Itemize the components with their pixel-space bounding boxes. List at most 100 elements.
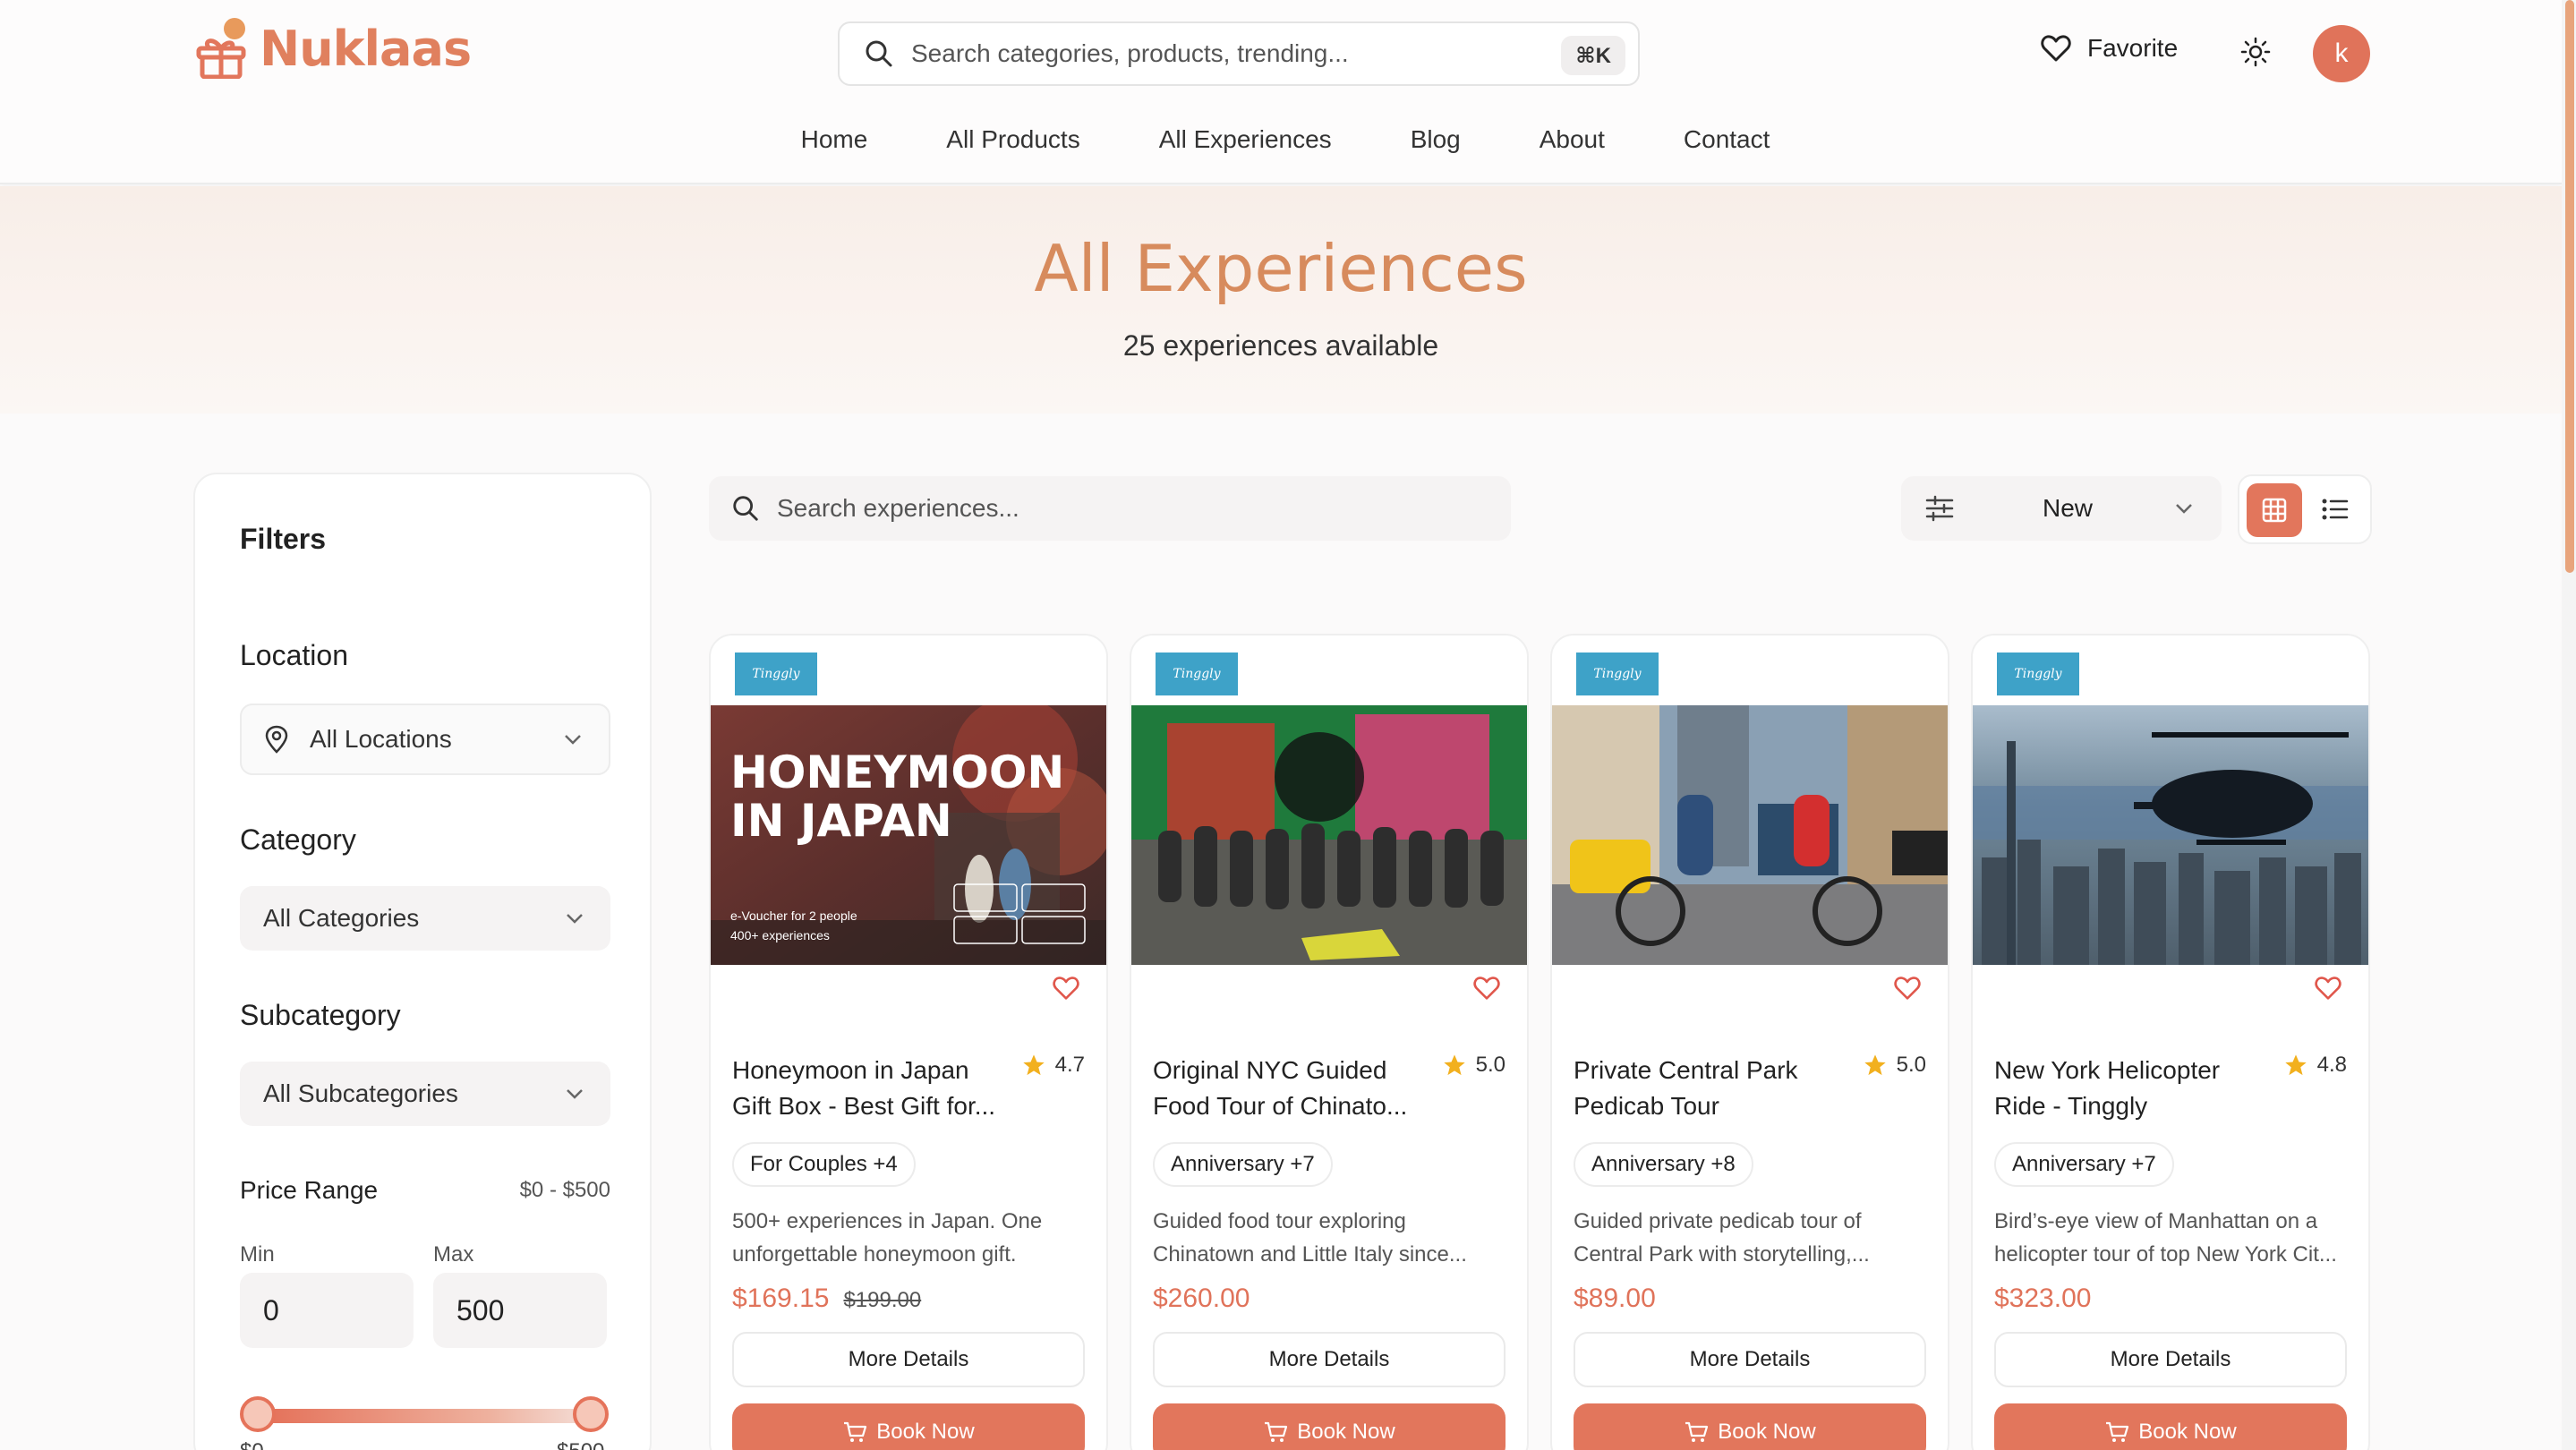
card-price: $169.15 $199.00 — [732, 1284, 921, 1314]
category-tag[interactable]: Anniversary +8 — [1574, 1142, 1753, 1187]
more-details-button[interactable]: More Details — [732, 1332, 1085, 1387]
min-price-input[interactable]: 0 — [240, 1273, 414, 1348]
price-slider-track[interactable] — [256, 1409, 589, 1423]
category-select[interactable]: All Categories — [240, 886, 610, 951]
more-details-button[interactable]: More Details — [1574, 1332, 1926, 1387]
experience-card[interactable]: Tinggly New York Helicopter Ride - Tingg… — [1971, 634, 2370, 1450]
price-range-value: $0 - $500 — [519, 1178, 610, 1202]
category-tag[interactable]: Anniversary +7 — [1994, 1142, 2174, 1187]
category-label: Category — [240, 823, 356, 856]
description-line: Chinatown and Little Italy since... — [1153, 1242, 1467, 1267]
book-now-label: Book Now — [876, 1420, 975, 1444]
max-price-input[interactable]: 500 — [433, 1273, 607, 1348]
card-title[interactable]: Original NYC Guided Food Tour of Chinato… — [1153, 1053, 1421, 1124]
nav-all-experiences[interactable]: All Experiences — [1159, 125, 1332, 154]
favorite-label: Favorite — [2087, 34, 2179, 62]
card-title[interactable]: Private Central Park Pedicab Tour — [1574, 1053, 1842, 1124]
sliders-icon — [1925, 495, 1954, 522]
card-title[interactable]: New York Helicopter Ride - Tinggly — [1994, 1053, 2263, 1124]
favorite-toggle[interactable] — [1053, 976, 1079, 1005]
favorite-toggle[interactable] — [2315, 976, 2341, 1005]
category-tag[interactable]: For Couples +4 — [732, 1142, 916, 1187]
experience-image[interactable]: HONEYMOON IN JAPAN e-Voucher for 2 peopl… — [711, 705, 1106, 965]
rating-value: 4.7 — [1054, 1053, 1085, 1077]
experience-card[interactable]: Tinggly Private Central Park Pedicab Tou… — [1550, 634, 1949, 1450]
card-rating: 4.8 — [2283, 1053, 2347, 1078]
category-tag[interactable]: Anniversary +7 — [1153, 1142, 1333, 1187]
subcategory-label: Subcategory — [240, 999, 401, 1031]
favorite-button[interactable]: Favorite — [2041, 34, 2178, 63]
page-title: All Experiences — [1034, 231, 1528, 306]
book-now-button[interactable]: Book Now — [732, 1403, 1085, 1450]
location-value: All Locations — [310, 725, 452, 753]
description-line: Guided food tour exploring — [1153, 1209, 1406, 1233]
cart-icon — [844, 1421, 867, 1442]
more-details-button[interactable]: More Details — [1153, 1332, 1506, 1387]
book-now-button[interactable]: Book Now — [1153, 1403, 1506, 1450]
card-price: $323.00 — [1994, 1284, 2091, 1314]
min-label: Min — [240, 1242, 275, 1267]
rating-value: 5.0 — [1896, 1053, 1926, 1077]
logo[interactable]: Nuklaas — [195, 18, 472, 80]
nav-home[interactable]: Home — [801, 125, 868, 154]
card-title[interactable]: Honeymoon in Japan Gift Box - Best Gift … — [732, 1053, 1001, 1124]
global-search[interactable]: ⌘K — [838, 21, 1640, 86]
grid-icon — [2262, 498, 2287, 523]
book-now-button[interactable]: Book Now — [1994, 1403, 2347, 1450]
price-slider-max-handle[interactable] — [573, 1396, 609, 1432]
list-view-button[interactable] — [2320, 494, 2350, 529]
card-title-line: Gift Box - Best Gift for... — [732, 1092, 996, 1120]
filters-title: Filters — [240, 523, 327, 555]
global-search-input[interactable] — [911, 39, 1484, 68]
experience-search-input[interactable] — [777, 494, 1457, 523]
book-now-button[interactable]: Book Now — [1574, 1403, 1926, 1450]
cart-icon — [1265, 1421, 1288, 1442]
nav-contact[interactable]: Contact — [1684, 125, 1770, 154]
card-description: 500+ experiences in Japan. One unforgett… — [732, 1205, 1087, 1271]
subcategory-select[interactable]: All Subcategories — [240, 1062, 610, 1126]
card-description: Bird’s-eye view of Manhattan on a helico… — [1994, 1205, 2349, 1271]
nav-all-products[interactable]: All Products — [946, 125, 1079, 154]
nav-blog[interactable]: Blog — [1411, 125, 1461, 154]
experience-card[interactable]: Tinggly HONEYMOON IN JAPAN e-Voucher for… — [709, 634, 1108, 1450]
scrollbar-thumb[interactable] — [2565, 0, 2574, 573]
nav-about[interactable]: About — [1540, 125, 1605, 154]
description-line: Guided private pedicab tour of — [1574, 1209, 1862, 1233]
favorite-toggle[interactable] — [1473, 976, 1500, 1005]
gift-icon — [195, 18, 249, 80]
price-range-label: Price Range — [240, 1176, 379, 1204]
experience-image[interactable] — [1973, 705, 2368, 965]
partner-logo: Tinggly — [1144, 644, 1250, 704]
experience-image[interactable] — [1131, 705, 1527, 965]
experience-image[interactable] — [1552, 705, 1948, 965]
description-line: unforgettable honeymoon gift. — [732, 1242, 1017, 1267]
more-details-button[interactable]: More Details — [1994, 1332, 2347, 1387]
rating-value: 5.0 — [1475, 1053, 1506, 1077]
card-title-line: Pedicab Tour — [1574, 1092, 1719, 1120]
current-price: $89.00 — [1574, 1284, 1656, 1313]
original-price: $199.00 — [843, 1288, 922, 1312]
grid-view-button[interactable] — [2247, 483, 2302, 537]
heart-icon — [2041, 35, 2071, 62]
price-slider-min-handle[interactable] — [240, 1396, 276, 1432]
current-price: $323.00 — [1994, 1284, 2092, 1313]
location-select[interactable]: All Locations — [240, 704, 610, 775]
favorite-toggle[interactable] — [1894, 976, 1921, 1005]
avatar[interactable]: k — [2313, 25, 2370, 82]
shortcut-badge: ⌘K — [1561, 36, 1625, 75]
hero-banner: All Experiences 25 experiences available — [0, 186, 2562, 414]
price-range-header: Price Range $0 - $500 — [240, 1176, 610, 1205]
experience-search[interactable] — [709, 476, 1511, 541]
page-scrollbar[interactable] — [2562, 0, 2576, 1450]
slider-min-label: $0 — [240, 1439, 264, 1450]
cart-icon — [2106, 1421, 2129, 1442]
card-price: $89.00 — [1574, 1284, 1656, 1314]
sort-select[interactable]: New — [1901, 476, 2222, 541]
search-icon — [733, 496, 758, 521]
experience-card[interactable]: Tinggly Original NYC Guided Food Tour of… — [1130, 634, 1529, 1450]
card-rating: 4.7 — [1021, 1053, 1085, 1078]
theme-toggle-button[interactable] — [2239, 36, 2272, 68]
partner-logo: Tinggly — [723, 644, 829, 704]
current-price: $260.00 — [1153, 1284, 1250, 1313]
location-label: Location — [240, 639, 348, 671]
